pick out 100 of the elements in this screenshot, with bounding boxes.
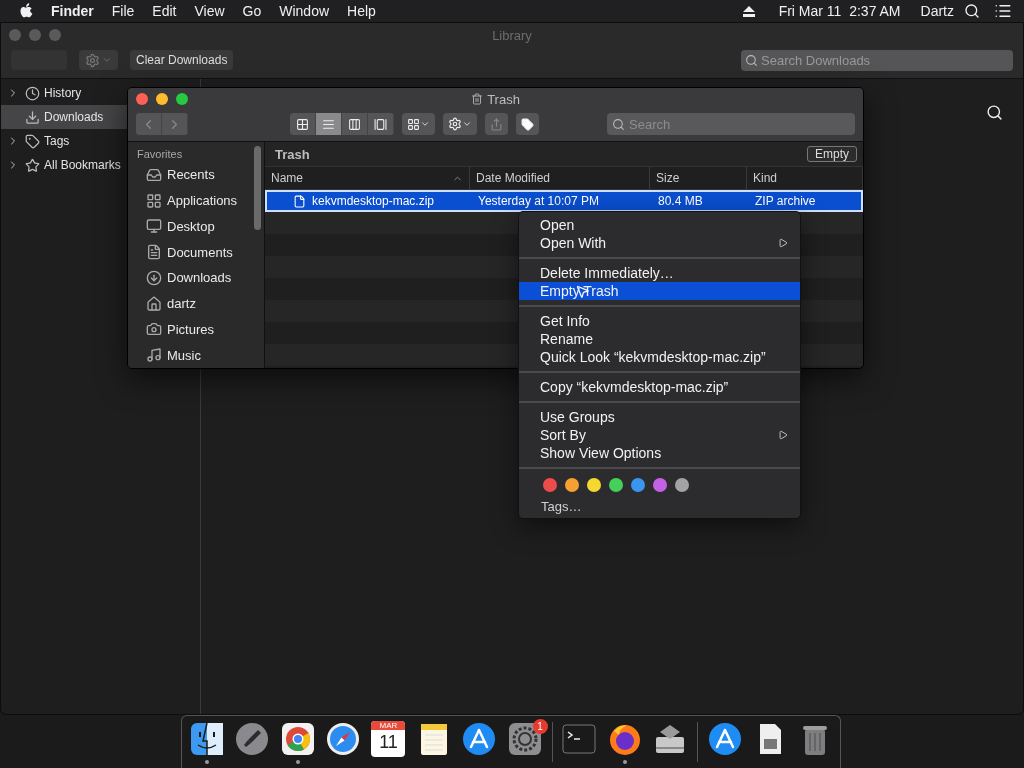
search-icon xyxy=(745,53,758,67)
tag-dot[interactable] xyxy=(543,478,557,492)
search-icon xyxy=(964,3,980,19)
file-row[interactable]: kekvmdesktop-mac.zip Yesterday at 10:07 PM 80.4 MB ZIP archive xyxy=(265,190,863,212)
zoom-dot[interactable] xyxy=(176,93,188,105)
sidebar-item[interactable]: Documents xyxy=(137,239,254,265)
group-button[interactable] xyxy=(402,113,435,135)
tag-dot[interactable] xyxy=(653,478,667,492)
user-name[interactable]: Dartz xyxy=(910,3,964,19)
menu-item[interactable]: Empty Trash xyxy=(519,282,800,300)
sidebar-item[interactable]: Applications xyxy=(137,187,254,214)
window-title: Library xyxy=(492,27,532,43)
gear-menu-button[interactable] xyxy=(79,50,118,70)
clock-icon xyxy=(25,85,40,101)
camera-icon xyxy=(146,321,162,338)
sidebar-item[interactable]: All Bookmarks xyxy=(1,153,127,177)
sidebar-item[interactable]: Tags xyxy=(1,129,127,153)
tag-dot[interactable] xyxy=(587,478,601,492)
gear-icon[interactable] xyxy=(506,720,543,757)
tags-item[interactable]: Tags… xyxy=(519,496,800,514)
app-store-icon[interactable] xyxy=(706,720,743,757)
finder-face-icon[interactable] xyxy=(188,720,225,757)
tag-dot[interactable] xyxy=(565,478,579,492)
document-icon xyxy=(146,244,162,261)
house-icon xyxy=(146,295,162,312)
column-header[interactable]: Kind xyxy=(747,167,863,189)
gallery-icon xyxy=(374,117,387,131)
menu-item[interactable]: Copy “kekvmdesktop-mac.zip” xyxy=(519,378,800,396)
close-dot[interactable] xyxy=(136,93,148,105)
columns-icon xyxy=(348,117,361,131)
sidebar-item[interactable]: Recents xyxy=(137,162,254,188)
sidebar-heading: Favorites xyxy=(137,148,184,160)
caret-icon xyxy=(420,119,430,129)
apple-icon[interactable] xyxy=(20,3,34,19)
app-store-icon[interactable] xyxy=(461,720,498,757)
sidebar-item[interactable]: Music xyxy=(137,342,254,368)
menu-item[interactable]: Help xyxy=(338,3,385,19)
gear-icon xyxy=(448,117,462,131)
tag-dot[interactable] xyxy=(675,478,689,492)
empty-button[interactable]: Empty xyxy=(807,146,857,162)
menu-item[interactable]: File xyxy=(102,3,144,19)
share-button[interactable] xyxy=(485,113,508,135)
compass-icon[interactable] xyxy=(325,720,362,757)
calendar-icon[interactable]: MAR 11 xyxy=(371,720,406,757)
menu-item[interactable]: Finder xyxy=(42,3,103,19)
column-header[interactable]: Date Modified xyxy=(470,167,650,189)
tag-button[interactable] xyxy=(516,113,539,135)
kind-cell-text: ZIP archive xyxy=(754,193,817,210)
tag-dot[interactable] xyxy=(631,478,645,492)
menu-item[interactable]: Use Groups xyxy=(519,408,800,426)
menu-item[interactable]: Edit xyxy=(143,3,186,19)
sidebar-item[interactable]: Downloads xyxy=(1,105,127,129)
monitor-icon xyxy=(146,218,162,235)
zoom-dot[interactable] xyxy=(49,29,61,41)
tag-icon xyxy=(25,133,40,149)
sidebar-item[interactable]: Desktop xyxy=(137,213,254,240)
eject-icon[interactable] xyxy=(742,5,755,17)
menu-item[interactable]: Get Info xyxy=(519,312,800,330)
scrollbar-thumb[interactable] xyxy=(254,146,261,230)
download-icon xyxy=(25,109,40,125)
gallery-view-button[interactable] xyxy=(368,113,394,135)
menu-item[interactable]: Show View Options xyxy=(519,444,800,462)
menu-item[interactable]: Sort By xyxy=(519,426,800,444)
column-view-button[interactable] xyxy=(342,113,368,135)
tag-icon xyxy=(521,117,534,131)
sidebar-item[interactable]: History xyxy=(1,81,127,105)
clock-text[interactable]: Fri Mar 11 2:37 AM xyxy=(768,3,911,19)
action-button[interactable] xyxy=(443,113,477,135)
gear-icon xyxy=(85,52,100,68)
minimize-dot[interactable] xyxy=(156,93,168,105)
tag-dot[interactable] xyxy=(609,478,623,492)
column-header[interactable]: Size xyxy=(650,167,747,189)
tray-icon xyxy=(146,166,162,183)
menu-item[interactable]: Go xyxy=(233,3,271,19)
chrome-icon[interactable] xyxy=(279,720,316,757)
list-view-button[interactable] xyxy=(316,113,342,135)
date-cell-text: Yesterday at 10:07 PM xyxy=(477,193,600,210)
trash-can-icon xyxy=(471,93,484,105)
menu-item[interactable]: Window xyxy=(270,3,339,19)
sidebar-item[interactable]: dartz xyxy=(137,290,254,317)
minimize-dot[interactable] xyxy=(29,29,41,41)
submenu-arrow-icon xyxy=(778,238,788,248)
menu-item[interactable]: Open With xyxy=(519,234,800,252)
sidebar-item[interactable]: Downloads xyxy=(137,265,254,291)
grid-icon xyxy=(296,117,309,131)
caret-icon xyxy=(462,119,472,129)
download-icon xyxy=(146,269,162,286)
menu-item[interactable]: Rename xyxy=(519,330,800,348)
grid-icon xyxy=(407,117,420,131)
icon-view-button[interactable] xyxy=(290,113,316,135)
close-dot[interactable] xyxy=(9,29,21,41)
clear-downloads-button[interactable]: Clear Downloads xyxy=(130,50,234,70)
column-header[interactable]: Name xyxy=(265,167,470,189)
sidebar-item[interactable]: Pictures xyxy=(137,316,254,343)
star-icon xyxy=(25,157,40,173)
app-grid-icon xyxy=(146,192,162,209)
search-icon xyxy=(986,104,1003,121)
menu-item[interactable]: View xyxy=(185,3,234,19)
music-note-icon xyxy=(146,347,162,364)
menu-item[interactable]: Delete Immediately… xyxy=(519,264,800,282)
